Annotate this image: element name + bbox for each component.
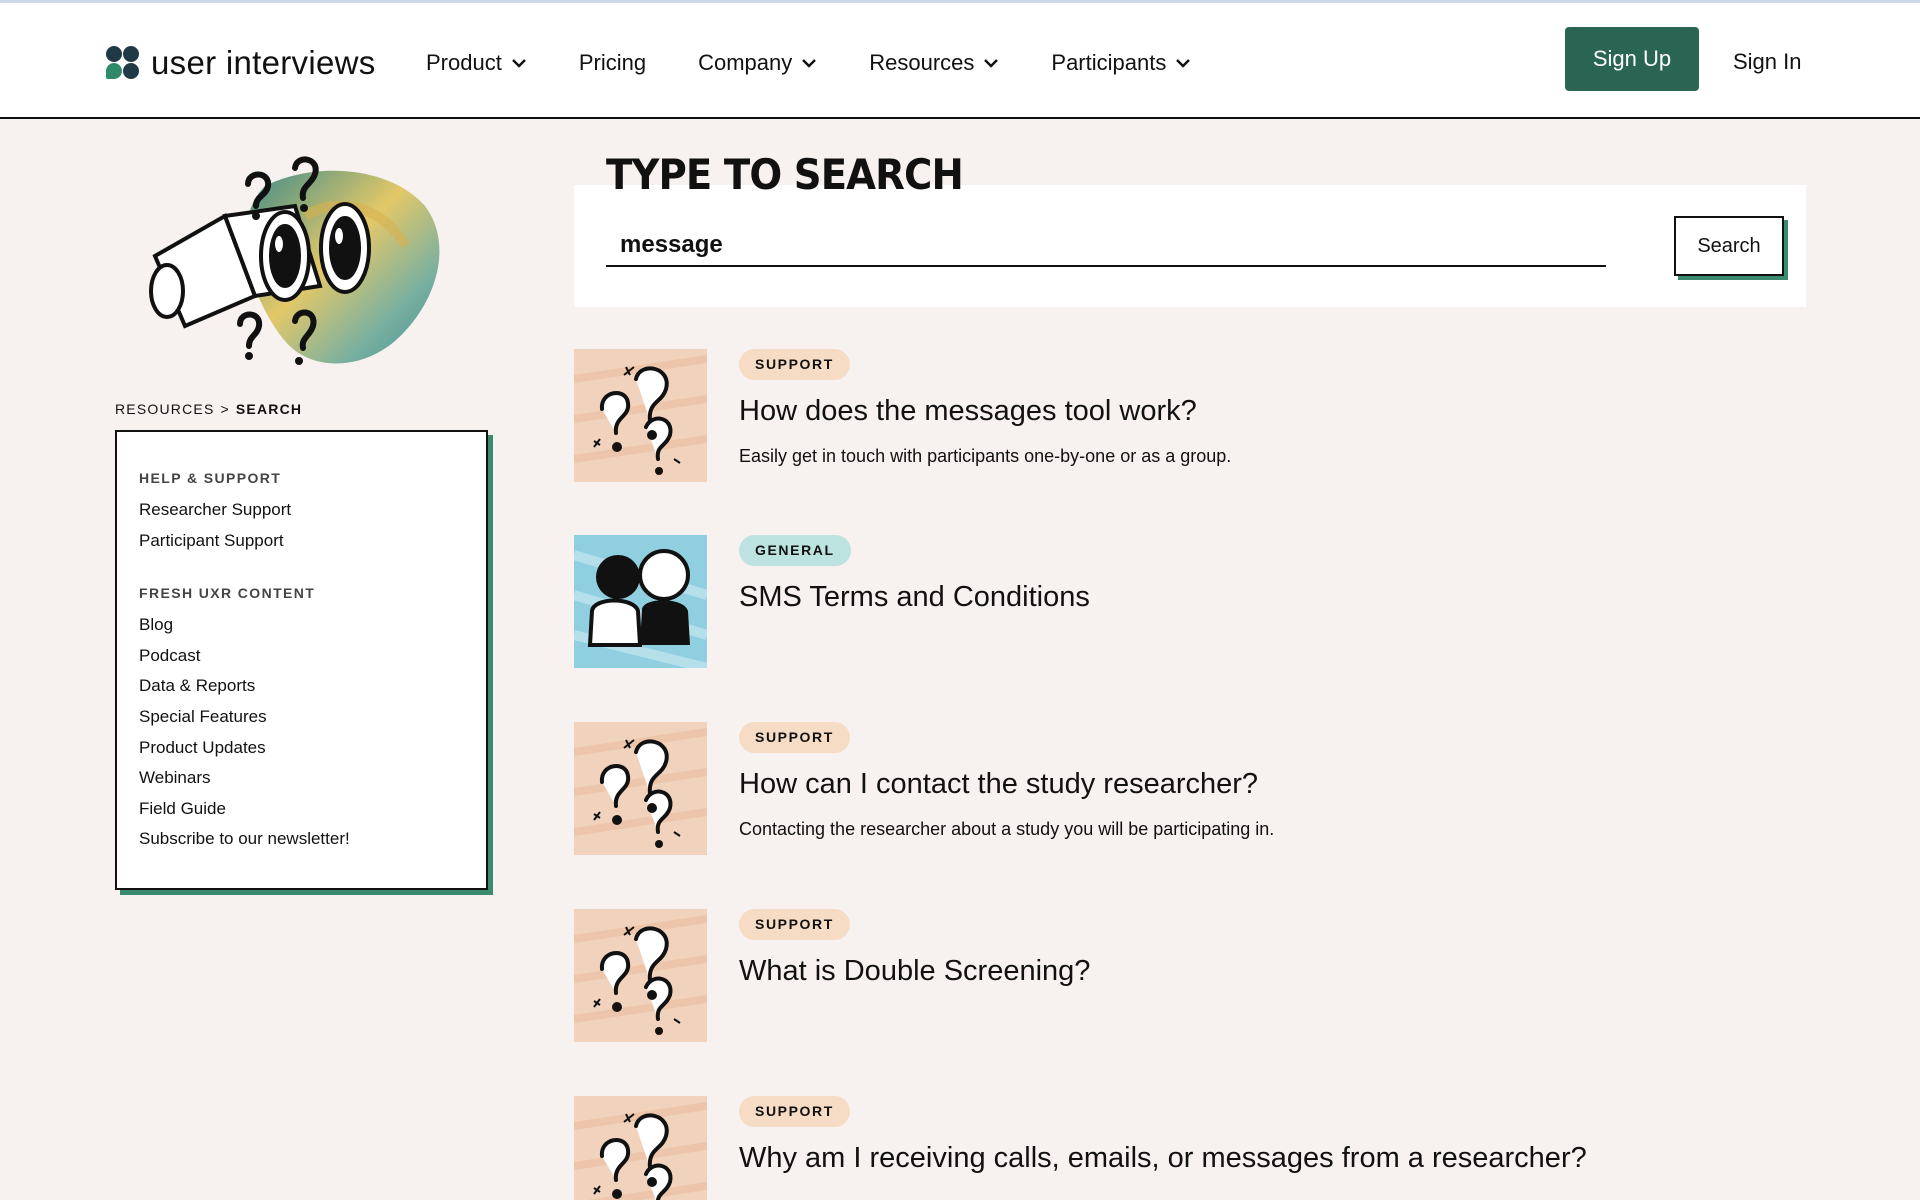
nav-item-participants[interactable]: Participants — [1051, 50, 1191, 76]
result-thumbnail[interactable] — [574, 349, 707, 482]
sidebar-nav-card: HELP & SUPPORT Researcher Support Partic… — [115, 430, 488, 890]
sidebar-link-data-reports[interactable]: Data & Reports — [139, 676, 486, 707]
site-header: user interviews Product Pricing Company … — [0, 3, 1920, 119]
sidebar-heading-fresh-uxr: FRESH UXR CONTENT — [139, 585, 316, 602]
breadcrumb-parent[interactable]: RESOURCES — [115, 401, 214, 417]
result-category-tag: SUPPORT — [739, 909, 850, 940]
main-nav: Product Pricing Company Resources Partic… — [426, 43, 1243, 83]
result-title-link[interactable]: Why am I receiving calls, emails, or mes… — [739, 1142, 1587, 1175]
sidebar-link-field-guide[interactable]: Field Guide — [139, 799, 486, 830]
question-marks-icon — [574, 909, 707, 1042]
nav-label: Company — [698, 50, 793, 75]
result-category-tag: SUPPORT — [739, 349, 850, 380]
search-result-item[interactable]: GENERAL SMS Terms and Conditions — [574, 535, 1834, 670]
logo-text: user interviews — [151, 44, 376, 81]
nav-item-product[interactable]: Product — [426, 50, 527, 76]
sidebar-link-participant-support[interactable]: Participant Support — [139, 531, 486, 562]
result-category-tag: SUPPORT — [739, 1096, 850, 1127]
sidebar-link-podcast[interactable]: Podcast — [139, 646, 486, 677]
nav-item-pricing[interactable]: Pricing — [579, 50, 646, 76]
breadcrumb: RESOURCES > SEARCH — [115, 401, 302, 417]
breadcrumb-current: SEARCH — [235, 401, 303, 417]
result-title-link[interactable]: SMS Terms and Conditions — [739, 581, 1090, 614]
people-icon — [574, 535, 707, 668]
search-button[interactable]: Search — [1674, 216, 1784, 276]
result-category-tag: GENERAL — [739, 535, 851, 566]
chevron-down-icon — [511, 59, 526, 68]
result-description: Contacting the researcher about a study … — [739, 819, 1275, 839]
result-thumbnail[interactable] — [574, 535, 707, 668]
chevron-down-icon — [1176, 59, 1191, 68]
sign-in-link[interactable]: Sign In — [1733, 49, 1802, 75]
sidebar-link-special-features[interactable]: Special Features — [139, 707, 486, 738]
nav-label: Product — [426, 50, 502, 75]
result-thumbnail[interactable] — [574, 909, 707, 1042]
binoculars-icon — [149, 156, 440, 365]
sign-up-button[interactable]: Sign Up — [1565, 27, 1699, 91]
chevron-down-icon — [984, 59, 999, 68]
sidebar-link-blog[interactable]: Blog — [139, 615, 486, 646]
result-thumbnail[interactable] — [574, 722, 707, 855]
logo-mark-icon — [106, 46, 140, 80]
search-input[interactable] — [606, 225, 1606, 267]
question-marks-icon — [574, 1096, 707, 1200]
question-marks-icon — [574, 722, 707, 855]
sidebar-link-webinars[interactable]: Webinars — [139, 768, 486, 799]
binoculars-illustration — [145, 156, 455, 376]
result-title-link[interactable]: What is Double Screening? — [739, 955, 1090, 988]
chevron-down-icon — [802, 59, 817, 68]
sidebar-link-product-updates[interactable]: Product Updates — [139, 738, 486, 769]
result-description: Easily get in touch with participants on… — [739, 446, 1232, 466]
sidebar-link-newsletter[interactable]: Subscribe to our newsletter! — [139, 829, 486, 860]
search-result-item[interactable]: SUPPORT What is Double Screening? — [574, 909, 1834, 1044]
result-title-link[interactable]: How can I contact the study researcher? — [739, 768, 1258, 801]
logo[interactable]: user interviews — [106, 41, 376, 85]
search-result-item[interactable]: SUPPORT How can I contact the study rese… — [574, 722, 1834, 857]
sidebar-heading-help: HELP & SUPPORT — [139, 470, 282, 486]
nav-item-company[interactable]: Company — [698, 50, 817, 76]
result-title-link[interactable]: How does the messages tool work? — [739, 395, 1197, 428]
search-result-item[interactable]: SUPPORT Why am I receiving calls, emails… — [574, 1096, 1834, 1200]
question-marks-icon — [574, 349, 707, 482]
search-result-item[interactable]: SUPPORT How does the messages tool work?… — [574, 349, 1834, 484]
nav-item-resources[interactable]: Resources — [869, 50, 999, 76]
nav-label: Participants — [1051, 50, 1167, 75]
search-panel: Search — [574, 185, 1806, 307]
result-thumbnail[interactable] — [574, 1096, 707, 1200]
nav-label: Pricing — [578, 50, 647, 75]
sidebar-link-researcher-support[interactable]: Researcher Support — [139, 500, 486, 531]
search-title: TYPE TO SEARCH — [606, 150, 964, 199]
result-category-tag: SUPPORT — [739, 722, 850, 753]
breadcrumb-separator: > — [220, 401, 230, 417]
nav-label: Resources — [869, 50, 975, 75]
